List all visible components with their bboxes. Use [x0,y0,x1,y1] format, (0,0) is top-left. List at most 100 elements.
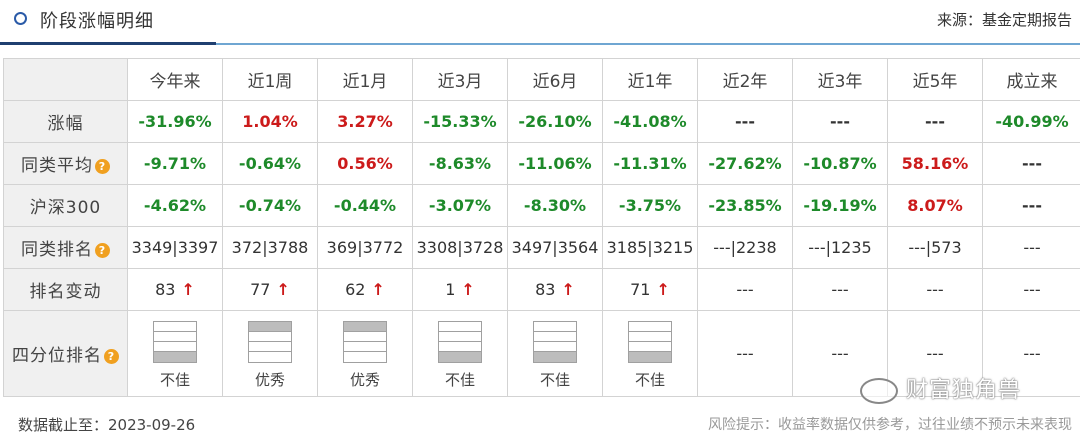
table-row-gain: 涨幅 -31.96% 1.04% 3.27% -15.33% -26.10% -41.08%… [3,100,1080,143]
up-arrow-icon: ↑ [181,280,195,299]
percent-cell: 8.07% [887,184,983,227]
percent-cell: -8.63% [412,142,508,185]
percent-cell: -31.96% [127,100,223,143]
quartile-cell: 优秀 [222,310,318,397]
up-arrow-icon: ↑ [561,280,575,299]
quartile-label: 不佳 [159,371,190,389]
quartile-label: 优秀 [254,371,285,389]
row-label-text: 沪深300 [29,198,102,218]
rank-change-value: --- [926,280,944,299]
rank-change-cell: --- [697,268,793,311]
rank-cell: ---|2238 [697,226,793,269]
table-row-peer-avg: 同类平均? -9.71% -0.64% 0.56% -8.63% -11.06% -11.3… [3,142,1080,185]
rank-cell: --- [982,226,1080,269]
quartile-bar-icon [438,321,482,363]
row-label: 同类平均? [3,142,128,185]
percent-cell: -11.06% [507,142,603,185]
circle-bullet-icon [14,12,27,25]
quartile-label: 不佳 [634,371,665,389]
rank-change-cell: --- [792,268,888,311]
rank-change-cell: --- [887,268,983,311]
rank-change-cell: 83 ↑ [507,268,603,311]
table-row-hs300: 沪深300 -4.62% -0.74% -0.44% -3.07% -8.30% -3.75… [3,184,1080,227]
rank-change-value: --- [831,280,849,299]
quartile-label: 不佳 [539,371,570,389]
table-header-row: 今年来 近1周 近1月 近3月 近6月 近1年 近2年 近3年 近5年 成立来 [3,58,1080,101]
quartile-bar-icon [153,321,197,363]
quartile-bar-icon [343,321,387,363]
percent-cell: -0.74% [222,184,318,227]
column-header: 近5年 [887,58,983,101]
quartile-cell: 不佳 [127,310,223,397]
row-label-text: 四分位排名 [12,346,102,366]
column-header: 近3年 [792,58,888,101]
column-header: 近1年 [602,58,698,101]
rank-cell: 3349|3397 [127,226,223,269]
quartile-bar-icon [533,321,577,363]
rank-cell: 3497|3564 [507,226,603,269]
data-cutoff-date: 数据截止至：2023-09-26 [18,416,196,434]
section-title: 阶段涨幅明细 [40,11,154,32]
quartile-cell: 优秀 [317,310,413,397]
percent-cell: -41.08% [602,100,698,143]
percent-cell: -9.71% [127,142,223,185]
rank-change-cell: 77 ↑ [222,268,318,311]
percent-cell: 58.16% [887,142,983,185]
percent-cell: --- [887,100,983,143]
help-question-icon[interactable]: ? [104,348,119,364]
column-header: 近2年 [697,58,793,101]
column-header: 近1周 [222,58,318,101]
rank-cell: ---|1235 [792,226,888,269]
row-label: 四分位排名? [3,310,128,397]
rank-cell: 3185|3215 [602,226,698,269]
rank-change-value: 62 [345,280,366,299]
percent-cell: 0.56% [317,142,413,185]
rank-change-cell: 71 ↑ [602,268,698,311]
column-header: 近6月 [507,58,603,101]
column-header: 近3月 [412,58,508,101]
quartile-bar-icon [248,321,292,363]
percent-cell: -23.85% [697,184,793,227]
percent-cell: -0.64% [222,142,318,185]
help-question-icon[interactable]: ? [95,242,110,258]
percent-cell: -4.62% [127,184,223,227]
row-label-text: 同类平均 [21,156,93,176]
table-row-peer-rank: 同类排名? 3349|3397 372|3788 369|3772 3308|3728 3… [3,226,1080,269]
wechat-icon [860,378,898,404]
rank-change-cell: --- [982,268,1080,311]
section-header: 阶段涨幅明细 来源：基金定期报告 [0,0,1080,46]
rank-change-cell: 62 ↑ [317,268,413,311]
percent-cell: --- [982,142,1080,185]
rank-cell: ---|573 [887,226,983,269]
rank-change-value: --- [1023,280,1041,299]
percent-cell: -8.30% [507,184,603,227]
rank-change-value: 71 [630,280,651,299]
up-arrow-icon: ↑ [276,280,290,299]
rank-cell: 3308|3728 [412,226,508,269]
help-question-icon[interactable]: ? [95,158,110,174]
percent-cell: --- [982,184,1080,227]
percent-cell: -19.19% [792,184,888,227]
quartile-bar-icon [628,321,672,363]
table-row-rank-change: 排名变动 83 ↑ 77 ↑ 62 ↑ 1 ↑ 83 ↑ 71 ↑ --- --- --- --- [3,268,1080,311]
percent-cell: -40.99% [982,100,1080,143]
percent-cell: -11.31% [602,142,698,185]
row-label: 涨幅 [3,100,128,143]
percent-cell: -27.62% [697,142,793,185]
percent-cell: -0.44% [317,184,413,227]
rank-cell: 369|3772 [317,226,413,269]
column-header: 今年来 [127,58,223,101]
quartile-cell: 不佳 [507,310,603,397]
percent-cell: -10.87% [792,142,888,185]
rank-change-value: --- [736,280,754,299]
up-arrow-icon: ↑ [461,280,475,299]
up-arrow-icon: ↑ [371,280,385,299]
header-underline-dark [0,42,216,45]
percent-cell: --- [697,100,793,143]
percent-cell: 3.27% [317,100,413,143]
rank-change-value: 83 [155,280,176,299]
row-label-text: 涨幅 [47,114,84,134]
column-header: 成立来 [982,58,1080,101]
quartile-cell: --- [697,310,793,397]
percent-cell: -3.75% [602,184,698,227]
